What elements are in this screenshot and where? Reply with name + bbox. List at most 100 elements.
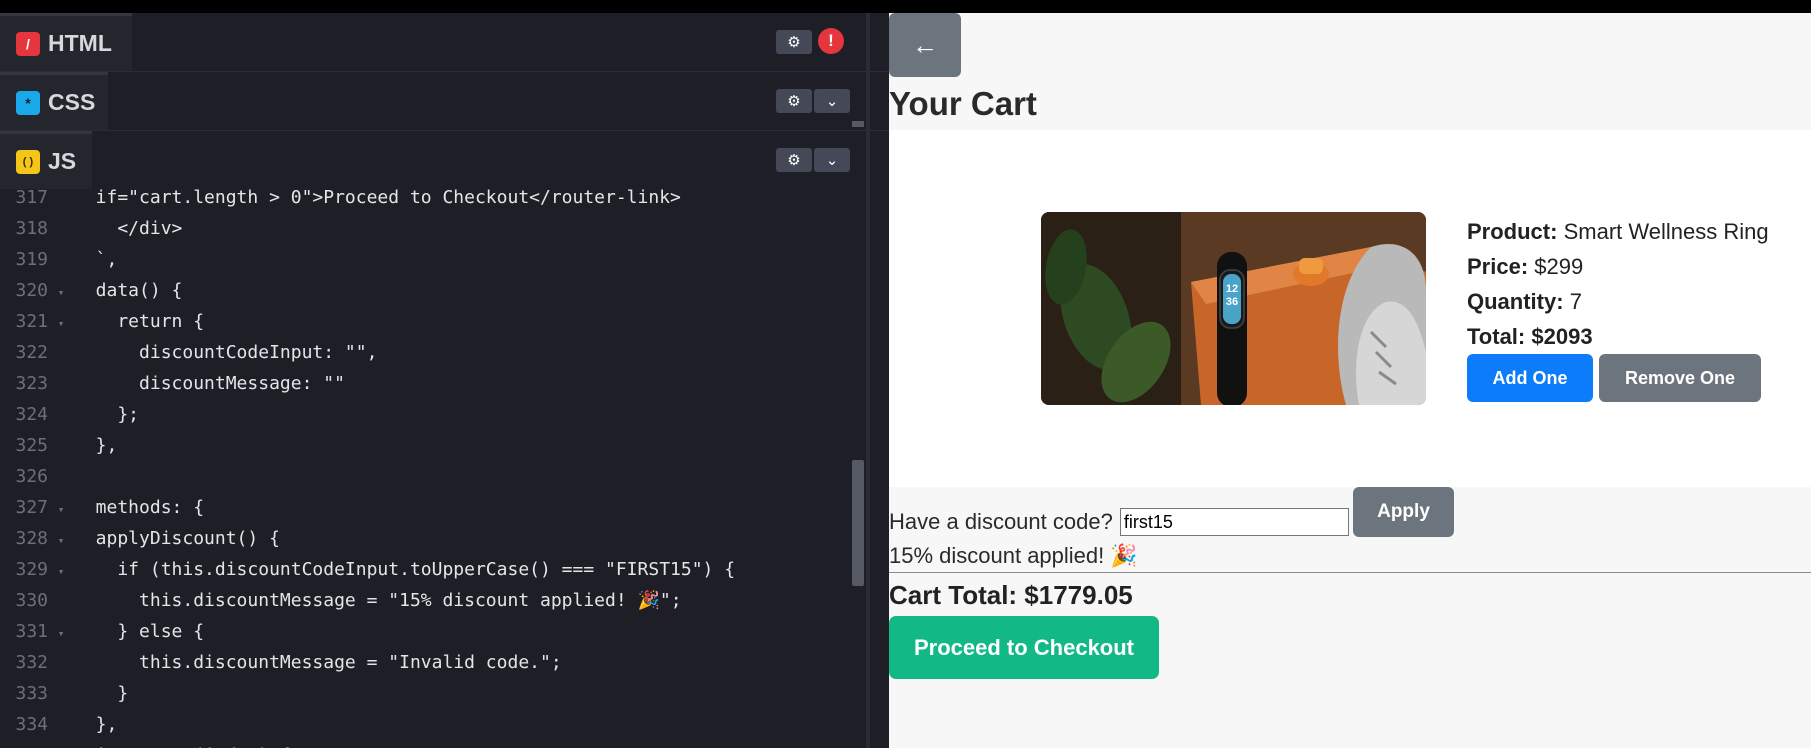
js-code-area[interactable]: 317 if="cart.length > 0">Proceed to Chec… — [0, 189, 870, 748]
code-line[interactable]: 328 ▾ applyDiscount() { — [0, 523, 870, 554]
css-collapse-button[interactable]: ⌄ — [814, 89, 850, 113]
chevron-down-icon: ⌄ — [825, 152, 839, 169]
discount-prompt: Have a discount code? — [889, 509, 1113, 534]
line-number: 319 — [15, 249, 48, 270]
page-title: Your Cart — [889, 85, 1037, 122]
code-text: data() { — [74, 280, 183, 301]
error-alert-icon[interactable]: ! — [818, 28, 844, 54]
product-image: 12 36 — [1041, 212, 1426, 405]
code-line[interactable]: 324 }; — [0, 399, 870, 430]
code-text: }, — [74, 435, 118, 456]
cart-total: Cart Total: $1779.05 — [889, 580, 1133, 610]
html-settings-button[interactable]: ⚙ — [776, 30, 812, 54]
line-number: 323 — [15, 373, 48, 394]
code-text: this.discountMessage = "15% discount app… — [74, 590, 682, 611]
top-strip — [0, 0, 1811, 13]
line-number: 333 — [15, 683, 48, 704]
tab-html[interactable]: / HTML — [0, 13, 132, 71]
line-number: 324 — [15, 404, 48, 425]
line-number: 331 — [15, 621, 48, 642]
js-settings-button[interactable]: ⚙ — [776, 148, 812, 172]
smart-band-photo: 12 36 — [1041, 212, 1426, 405]
price-row: Price: $299 — [1467, 249, 1769, 284]
code-text: discountCodeInput: "", — [74, 342, 378, 363]
remove-one-button[interactable]: Remove One — [1599, 354, 1761, 402]
cart-item-card: 12 36 Product: Smart Wellness Ring Price… — [889, 130, 1811, 487]
product-label: Product: — [1467, 219, 1558, 244]
code-line[interactable]: 317 if="cart.length > 0">Proceed to Chec… — [0, 189, 870, 213]
gear-icon: ⚙ — [787, 152, 801, 169]
item-total-value: $2093 — [1531, 324, 1593, 349]
quantity-row: Quantity: 7 — [1467, 284, 1769, 319]
product-name-row: Product: Smart Wellness Ring — [1467, 214, 1769, 249]
code-line[interactable]: 319 `, — [0, 244, 870, 275]
fold-arrow-icon[interactable]: ▾ — [48, 308, 74, 339]
line-number: 321 — [15, 311, 48, 332]
code-line[interactable]: 331 ▾ } else { — [0, 616, 870, 647]
line-number: 332 — [15, 652, 48, 673]
discount-code-input[interactable] — [1119, 508, 1349, 536]
apply-discount-button[interactable]: Apply — [1353, 487, 1454, 537]
gear-icon: ⚙ — [787, 34, 801, 51]
code-line[interactable]: 329 ▾ if (this.discountCodeInput.toUpperC… — [0, 554, 870, 585]
code-line[interactable]: 326 — [0, 461, 870, 492]
svg-text:12: 12 — [1226, 283, 1238, 295]
js-collapse-button[interactable]: ⌄ — [814, 148, 850, 172]
code-text: this.discountMessage = "Invalid code."; — [74, 652, 562, 673]
fold-arrow-icon[interactable]: ▾ — [48, 618, 74, 649]
line-number: 322 — [15, 342, 48, 363]
line-number: 329 — [15, 559, 48, 580]
tab-js-label: JS — [48, 148, 77, 174]
line-number: 320 — [15, 280, 48, 301]
code-text: applyDiscount() { — [74, 528, 280, 549]
result-preview: ← Your Cart 12 36 Product: Smart Wellnes… — [889, 13, 1811, 748]
code-scrollbar-thumb[interactable] — [852, 460, 864, 586]
proceed-to-checkout-button[interactable]: Proceed to Checkout — [889, 616, 1159, 679]
line-number: 326 — [15, 466, 48, 487]
code-line[interactable]: 321 ▾ return { — [0, 306, 870, 337]
horizontal-rule — [889, 572, 1811, 573]
tab-js[interactable]: ( ) JS — [0, 131, 92, 189]
code-text: if (this.discountCodeInput.toUpperCase()… — [74, 559, 736, 580]
fold-arrow-icon[interactable]: ▾ — [48, 556, 74, 587]
fold-arrow-icon[interactable]: ▾ — [48, 742, 74, 748]
html-panel-header: / HTML ⚙ ! — [0, 13, 889, 71]
code-line[interactable]: 325 }, — [0, 430, 870, 461]
code-line[interactable]: 322 discountCodeInput: "", — [0, 337, 870, 368]
code-line[interactable]: 330 this.discountMessage = "15% discount… — [0, 585, 870, 616]
price-label: Price: — [1467, 254, 1529, 279]
scrollbar-top-marker — [852, 121, 864, 127]
html-badge-icon: / — [16, 31, 40, 56]
code-text: </div> — [74, 218, 183, 239]
line-number: 325 — [15, 435, 48, 456]
code-line[interactable]: 318 </div> — [0, 213, 870, 244]
code-line[interactable]: 334 }, — [0, 709, 870, 740]
css-settings-button[interactable]: ⚙ — [776, 89, 812, 113]
code-text: } else { — [74, 621, 205, 642]
code-editor: / HTML ⚙ ! * CSS ⚙ ⌄ ( ) JS ⚙ ⌄ 317 if="… — [0, 13, 889, 748]
pane-divider[interactable] — [866, 13, 870, 748]
add-one-button[interactable]: Add One — [1467, 354, 1593, 402]
back-button[interactable]: ← — [889, 13, 961, 77]
css-panel-header: * CSS ⚙ ⌄ — [0, 71, 889, 130]
fold-arrow-icon[interactable]: ▾ — [48, 494, 74, 525]
code-line[interactable]: 335▾ increment(index) { — [0, 740, 870, 748]
code-line[interactable]: 333 } — [0, 678, 870, 709]
code-line[interactable]: 327 ▾ methods: { — [0, 492, 870, 523]
code-text: if="cart.length > 0">Proceed to Checkout… — [74, 189, 681, 208]
product-details: Product: Smart Wellness Ring Price: $299… — [1467, 214, 1769, 354]
code-line[interactable]: 332 this.discountMessage = "Invalid code… — [0, 647, 870, 678]
code-text: methods: { — [74, 497, 205, 518]
code-line[interactable]: 323 discountMessage: "" — [0, 368, 870, 399]
line-number: 334 — [15, 714, 48, 735]
product-name: Smart Wellness Ring — [1563, 219, 1769, 244]
code-line[interactable]: 320 ▾ data() { — [0, 275, 870, 306]
line-number: 317 — [15, 189, 48, 208]
item-total-label: Total: — [1467, 324, 1526, 349]
code-text: `, — [74, 249, 118, 270]
product-quantity: 7 — [1569, 289, 1582, 314]
fold-arrow-icon[interactable]: ▾ — [48, 525, 74, 556]
tab-css[interactable]: * CSS — [0, 72, 108, 130]
tab-html-label: HTML — [48, 30, 112, 56]
fold-arrow-icon[interactable]: ▾ — [48, 277, 74, 308]
